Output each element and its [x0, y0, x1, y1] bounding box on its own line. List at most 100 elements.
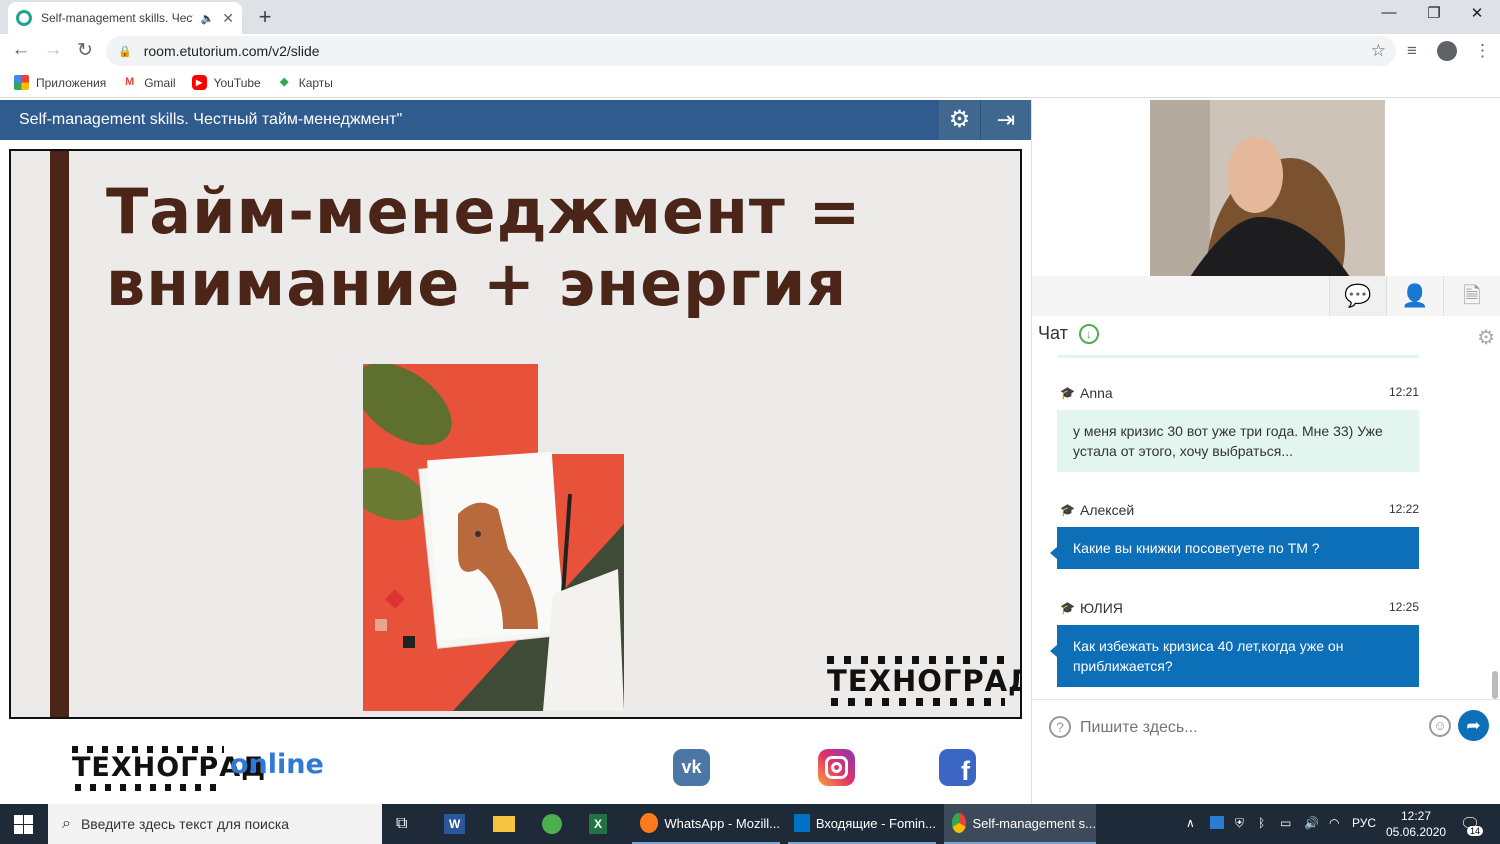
minimize-button[interactable]: —	[1366, 4, 1412, 21]
footer-branding: ТЕХНОГРАД online vk f	[0, 719, 1031, 804]
chat-scrollbar[interactable]	[1492, 671, 1498, 699]
chat-settings-gear-icon[interactable]: ⚙	[1477, 325, 1495, 350]
tray-chevron-icon[interactable]: ∧	[1186, 816, 1195, 830]
maximize-button[interactable]: ❐	[1411, 4, 1457, 22]
vk-icon[interactable]: vk	[673, 749, 710, 786]
bookmarks-bar: Приложения M Gmail ▶ YouTube ◆ Карты	[0, 68, 1500, 98]
logo-top-ticks	[827, 656, 1005, 664]
address-bar[interactable]: 🔒 room.etutorium.com/v2/slide ☆	[106, 36, 1396, 66]
instagram-icon[interactable]	[818, 749, 855, 786]
taskbar-chrome[interactable]: Self-management s...	[944, 804, 1096, 844]
chat-message: 🎓 Anna 12:21 у меня кризис 30 вот уже тр…	[1057, 385, 1419, 472]
reload-button[interactable]: ↻	[74, 39, 96, 62]
chat-title: Чат	[1038, 323, 1068, 343]
language-indicator[interactable]: РУС	[1352, 816, 1376, 830]
slide-accent-bar	[50, 151, 69, 717]
chat-divider	[1057, 355, 1419, 358]
clock[interactable]: 12:27 05.06.2020	[1386, 808, 1446, 840]
volume-icon[interactable]: 🔊	[1304, 816, 1319, 830]
taskbar-whatsapp-firefox[interactable]: WhatsApp - Mozill...	[632, 804, 780, 844]
task-view-icon[interactable]: ⧉	[396, 804, 407, 844]
bookmark-label: YouTube	[213, 75, 261, 90]
message-header: 🎓 Алексей 12:22	[1057, 502, 1419, 522]
profile-avatar[interactable]	[1437, 41, 1457, 61]
windows-start-icon[interactable]	[14, 815, 33, 834]
message-bubble: Как избежать кризиса 40 лет,когда уже он…	[1050, 625, 1419, 687]
reading-list-icon[interactable]: ≡	[1407, 41, 1417, 61]
excel-icon[interactable]: X	[589, 804, 608, 844]
new-tab-button[interactable]: +	[254, 4, 276, 30]
chat-message-input[interactable]	[1080, 714, 1420, 742]
taskbar-item-label: Входящие - Fomin...	[815, 815, 936, 831]
slide-photo-giraffe-illustration	[363, 364, 624, 711]
bookmark-apps[interactable]: Приложения	[14, 75, 106, 90]
close-window-button[interactable]: ✕	[1454, 4, 1500, 22]
chat-message: 🎓 Алексей 12:22 Какие вы книжки посовету…	[1050, 502, 1419, 569]
browser-toolbar: ← → ↻ 🔒 room.etutorium.com/v2/slide ☆ ≡ …	[0, 34, 1500, 68]
onedrive-icon[interactable]	[1210, 816, 1224, 829]
send-message-icon[interactable]: ➦	[1458, 710, 1489, 741]
bookmark-label: Карты	[298, 75, 333, 90]
download-chat-icon[interactable]: ↓	[1078, 324, 1099, 344]
footer-logo-ticks-bottom	[75, 784, 225, 791]
participants-tab-icon[interactable]: 👤	[1386, 276, 1443, 316]
chrome-icon	[952, 813, 967, 833]
bookmark-youtube[interactable]: ▶ YouTube	[191, 75, 261, 90]
exit-room-icon[interactable]: ⇥	[981, 100, 1031, 140]
slide-heading: Тайм-менеджмент = внимание + энергия	[106, 176, 861, 320]
gmail-icon: M	[125, 76, 135, 88]
room-header: Self-management skills. Честный тайм-мен…	[0, 100, 1031, 140]
message-author: ЮЛИЯ	[1080, 600, 1123, 616]
maps-icon: ◆	[279, 76, 289, 88]
taskbar-search-box[interactable]: ⌕ Введите здесь текст для поиска	[48, 804, 382, 844]
tab-title: Self-management skills. Чест	[41, 11, 193, 25]
lock-icon[interactable]: 🔒	[118, 45, 132, 58]
emoji-icon[interactable]: ☺	[1429, 715, 1451, 737]
bookmark-gmail[interactable]: M Gmail	[122, 75, 175, 90]
firefox-icon	[640, 813, 659, 833]
windows-taskbar: ⌕ Введите здесь текст для поиска ⧉ W X W…	[0, 804, 1500, 844]
speaker-icon[interactable]: 🔈	[201, 12, 215, 25]
logo-bottom-ticks	[831, 698, 1005, 706]
settings-gear-icon[interactable]: ⚙	[939, 100, 981, 140]
maps-app-icon[interactable]	[542, 804, 562, 844]
youtube-icon: ▶	[191, 75, 207, 90]
chat-message: 🎓 ЮЛИЯ 12:25 Как избежать кризиса 40 лет…	[1050, 600, 1419, 687]
wifi-icon[interactable]: ◠	[1329, 816, 1339, 830]
facebook-icon[interactable]: f	[939, 749, 976, 786]
technograd-logo-text: ТЕХНОГРАД	[827, 664, 1022, 698]
defender-icon[interactable]: ⛨	[1235, 816, 1244, 831]
file-explorer-icon[interactable]	[493, 804, 515, 844]
giraffe-photo-graphic	[363, 364, 624, 711]
close-tab-icon[interactable]: ✕	[222, 10, 234, 27]
technograd-logo: ТЕХНОГРАД	[827, 656, 1020, 706]
message-header: 🎓 Anna 12:21	[1057, 385, 1419, 405]
bookmark-maps[interactable]: ◆ Карты	[277, 75, 333, 90]
back-button[interactable]: ←	[10, 39, 32, 61]
webpage: Self-management skills. Честный тайм-мен…	[0, 99, 1500, 804]
side-panel: 💬 👤 🗎 Чат ↓ ⚙ 🎓 Anna 12:21 у меня кризис…	[1031, 99, 1500, 804]
browser-tab[interactable]: Self-management skills. Чест 🔈 ✕	[8, 2, 242, 34]
browser-tabstrip: Self-management skills. Чест 🔈 ✕ + — ❐ ✕	[0, 0, 1500, 34]
apps-grid-icon	[14, 75, 29, 90]
taskbar-outlook[interactable]: Входящие - Fomin...	[788, 804, 936, 844]
message-author: Anna	[1080, 385, 1113, 401]
bookmark-star-icon[interactable]: ☆	[1371, 41, 1386, 61]
word-icon[interactable]: W	[444, 804, 466, 844]
forward-button[interactable]: →	[42, 39, 64, 61]
chat-tab-icon[interactable]: 💬	[1329, 276, 1386, 316]
graduation-cap-icon: 🎓	[1060, 386, 1075, 400]
battery-icon[interactable]: ▭	[1280, 816, 1291, 830]
menu-kebab-icon[interactable]: ⋮	[1474, 41, 1491, 61]
room-title: Self-management skills. Честный тайм-мен…	[19, 111, 403, 128]
clock-date: 05.06.2020	[1386, 825, 1447, 839]
search-placeholder: Введите здесь текст для поиска	[80, 816, 290, 832]
files-tab-icon[interactable]: 🗎	[1443, 276, 1500, 316]
message-bubble: Какие вы книжки посоветуете по ТМ ?	[1050, 527, 1419, 569]
bluetooth-icon[interactable]: ᛒ	[1258, 816, 1265, 830]
message-time: 12:25	[1388, 600, 1419, 614]
help-icon[interactable]: ?	[1049, 716, 1071, 738]
taskbar-item-label: Self-management s...	[972, 815, 1096, 831]
message-time: 12:21	[1388, 385, 1419, 399]
outlook-icon	[794, 814, 810, 832]
